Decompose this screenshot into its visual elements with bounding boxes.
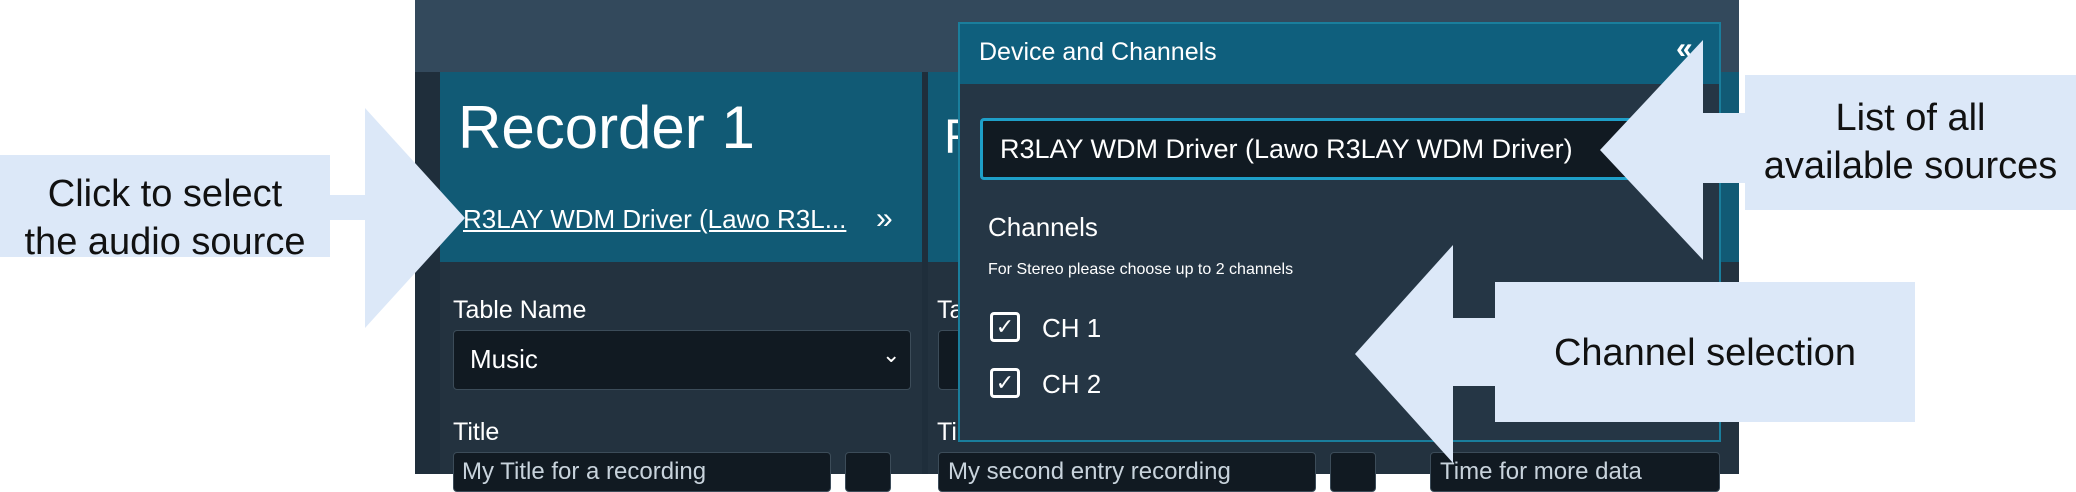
chevron-down-icon: ⌄ (882, 342, 901, 367)
popup-title: Device and Channels (979, 38, 1217, 66)
recorder2-title-label: Ti (937, 418, 957, 446)
table-name-label: Table Name (453, 296, 587, 324)
ch2-label: CH 2 (1042, 369, 1102, 399)
metadata-icon[interactable] (845, 452, 891, 492)
device-select-value: R3LAY WDM Driver (Lawo R3LAY WDM Driver) (1000, 134, 1573, 164)
recorder-title: Recorder 1 (458, 94, 755, 161)
third-input-value: Time for more data (1440, 458, 1642, 485)
left-callout-text: Click to select the audio source (24, 173, 306, 263)
ch2-checkbox[interactable]: ✓ (990, 368, 1020, 398)
right-callout-stem (1700, 113, 1745, 183)
audio-source-link[interactable]: R3LAY WDM Driver (Lawo R3L... (463, 204, 846, 235)
channel-callout-stem (1450, 318, 1495, 386)
title-input-value: My Title for a recording (462, 458, 707, 485)
channels-hint: For Stereo please choose up to 2 channel… (988, 261, 1294, 278)
title-label: Title (453, 418, 500, 446)
recorder2-title-value: My second entry recording (948, 458, 1231, 485)
double-chevron-right-icon[interactable]: » (876, 202, 893, 236)
ch1-checkbox[interactable]: ✓ (990, 312, 1020, 342)
recorder2-metadata-icon[interactable] (1330, 452, 1376, 492)
right-callout-text: List of all available sources (1763, 97, 2058, 187)
channels-heading: Channels (988, 212, 1098, 242)
channel-callout-text: Channel selection (1553, 332, 1857, 374)
table-name-value: Music (470, 344, 538, 374)
ch1-label: CH 1 (1042, 313, 1102, 343)
